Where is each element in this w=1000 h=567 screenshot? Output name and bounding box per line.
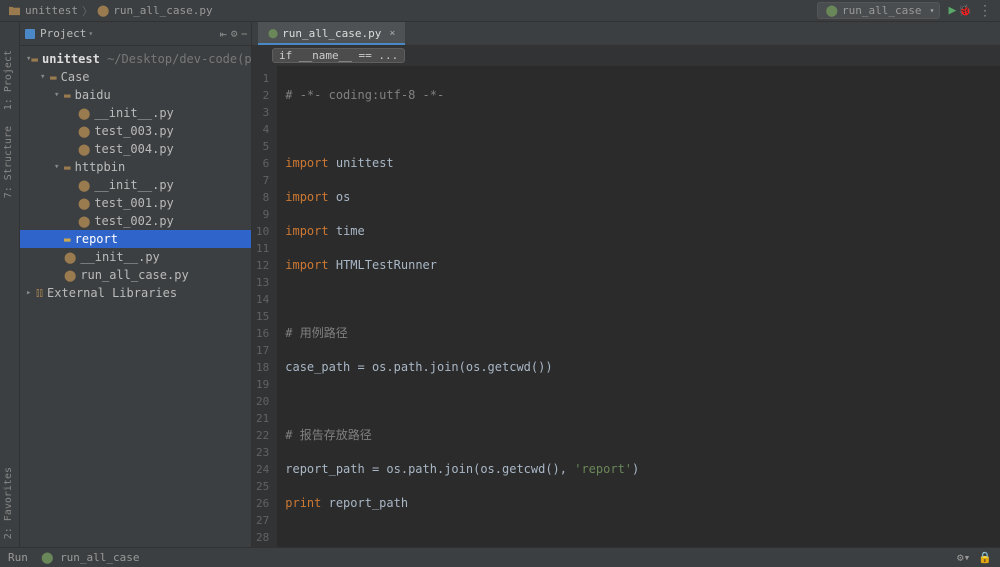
collapse-icon[interactable]: ⇤	[220, 27, 227, 41]
editor-tab[interactable]: ⬤ run_all_case.py ×	[258, 22, 405, 45]
code-breadcrumb: if __name__ == ...	[252, 46, 1000, 66]
python-icon: ⬤	[64, 251, 76, 264]
gear-icon[interactable]: ⚙	[231, 27, 238, 40]
run-config-selector[interactable]: ⬤ run_all_case	[817, 2, 941, 19]
python-icon: ⬤	[78, 215, 90, 228]
folder-icon: ▬	[31, 53, 38, 66]
tree-ext-libs[interactable]: ▸ ⫾⫾ External Libraries	[20, 284, 251, 302]
chevron-down-icon[interactable]: ▾	[88, 29, 93, 38]
editor-tabs: ⬤ run_all_case.py ×	[252, 22, 1000, 46]
library-icon: ⫾⫾	[36, 286, 43, 300]
more-icon[interactable]: ⋮	[978, 3, 992, 19]
tab-structure[interactable]: 7: Structure	[0, 118, 19, 206]
python-icon: ⬤	[268, 29, 278, 39]
tab-project[interactable]: 1: Project	[0, 42, 19, 118]
project-panel: Project ▾ ⇤ ⚙ ⎯ ▾ ▬ unittest ~/Desktop/d…	[20, 22, 252, 547]
code-crumb[interactable]: if __name__ == ...	[272, 48, 405, 63]
breadcrumb-file[interactable]: ⬤ run_all_case.py	[97, 4, 213, 17]
folder-icon: ▬	[64, 161, 71, 174]
close-icon[interactable]: ×	[389, 28, 395, 39]
tree-case[interactable]: ▾ ▬ Case	[20, 68, 251, 86]
editor: ⬤ run_all_case.py × if __name__ == ... 1…	[252, 22, 1000, 547]
python-icon: ⬤	[826, 4, 838, 17]
python-icon: ⬤	[64, 269, 76, 282]
breadcrumb-separator: 〉	[82, 3, 93, 19]
run-toolbar: ⬤ run_all_case ▶ 🐞 ⋮	[817, 2, 992, 19]
python-icon: ⬤	[78, 197, 90, 210]
breadcrumb-project[interactable]: unittest	[8, 4, 78, 17]
status-bar: Run ⬤ run_all_case ⚙▾ 🔒	[0, 547, 1000, 567]
left-tool-tabs: 1: Project 7: Structure 2: Favorites	[0, 22, 20, 547]
tab-favorites[interactable]: 2: Favorites	[0, 459, 19, 547]
python-icon: ⬤	[78, 143, 90, 156]
gear-icon[interactable]: ⚙▾	[957, 551, 970, 564]
python-icon: ⬤	[97, 4, 109, 17]
tree-file[interactable]: ⬤ test_002.py	[20, 212, 251, 230]
tree-file[interactable]: ⬤ test_003.py	[20, 122, 251, 140]
python-icon: ⬤	[78, 107, 90, 120]
run-button[interactable]: ▶	[948, 3, 956, 18]
python-icon: ⬤	[41, 551, 53, 564]
run-tool-window[interactable]: Run ⬤ run_all_case	[8, 551, 140, 564]
project-tree: ▾ ▬ unittest ~/Desktop/dev-code(pa)/lear…	[20, 46, 251, 547]
tree-report[interactable]: ▬ report	[20, 230, 251, 248]
python-icon: ⬤	[78, 179, 90, 192]
panel-title[interactable]: Project	[24, 27, 86, 40]
code-editor[interactable]: # -*- coding:utf-8 -*- import unittest i…	[277, 66, 1000, 547]
tree-baidu[interactable]: ▾ ▬ baidu	[20, 86, 251, 104]
python-icon: ⬤	[78, 125, 90, 138]
gutter[interactable]: 1234567891011121314151617181920212223242…	[252, 66, 277, 547]
tree-file[interactable]: ⬤ __init__.py	[20, 104, 251, 122]
project-icon	[24, 28, 36, 40]
tree-file[interactable]: ⬤ test_001.py	[20, 194, 251, 212]
folder-icon: ▬	[50, 71, 57, 84]
folder-icon: ▬	[64, 233, 71, 246]
tree-file[interactable]: ⬤ run_all_case.py	[20, 266, 251, 284]
tree-file[interactable]: ⬤ __init__.py	[20, 248, 251, 266]
tree-file[interactable]: ⬤ __init__.py	[20, 176, 251, 194]
hide-icon[interactable]: ⎯	[242, 27, 248, 41]
folder-icon	[8, 5, 21, 16]
debug-button[interactable]: 🐞	[958, 4, 972, 17]
folder-icon: ▬	[64, 89, 71, 102]
tree-root[interactable]: ▾ ▬ unittest ~/Desktop/dev-code(pa)/lear	[20, 50, 251, 68]
breadcrumb: unittest 〉 ⬤ run_all_case.py ⬤ run_all_c…	[0, 0, 1000, 22]
tree-httpbin[interactable]: ▾ ▬ httpbin	[20, 158, 251, 176]
tree-file[interactable]: ⬤ test_004.py	[20, 140, 251, 158]
lock-icon[interactable]: 🔒	[978, 551, 992, 564]
